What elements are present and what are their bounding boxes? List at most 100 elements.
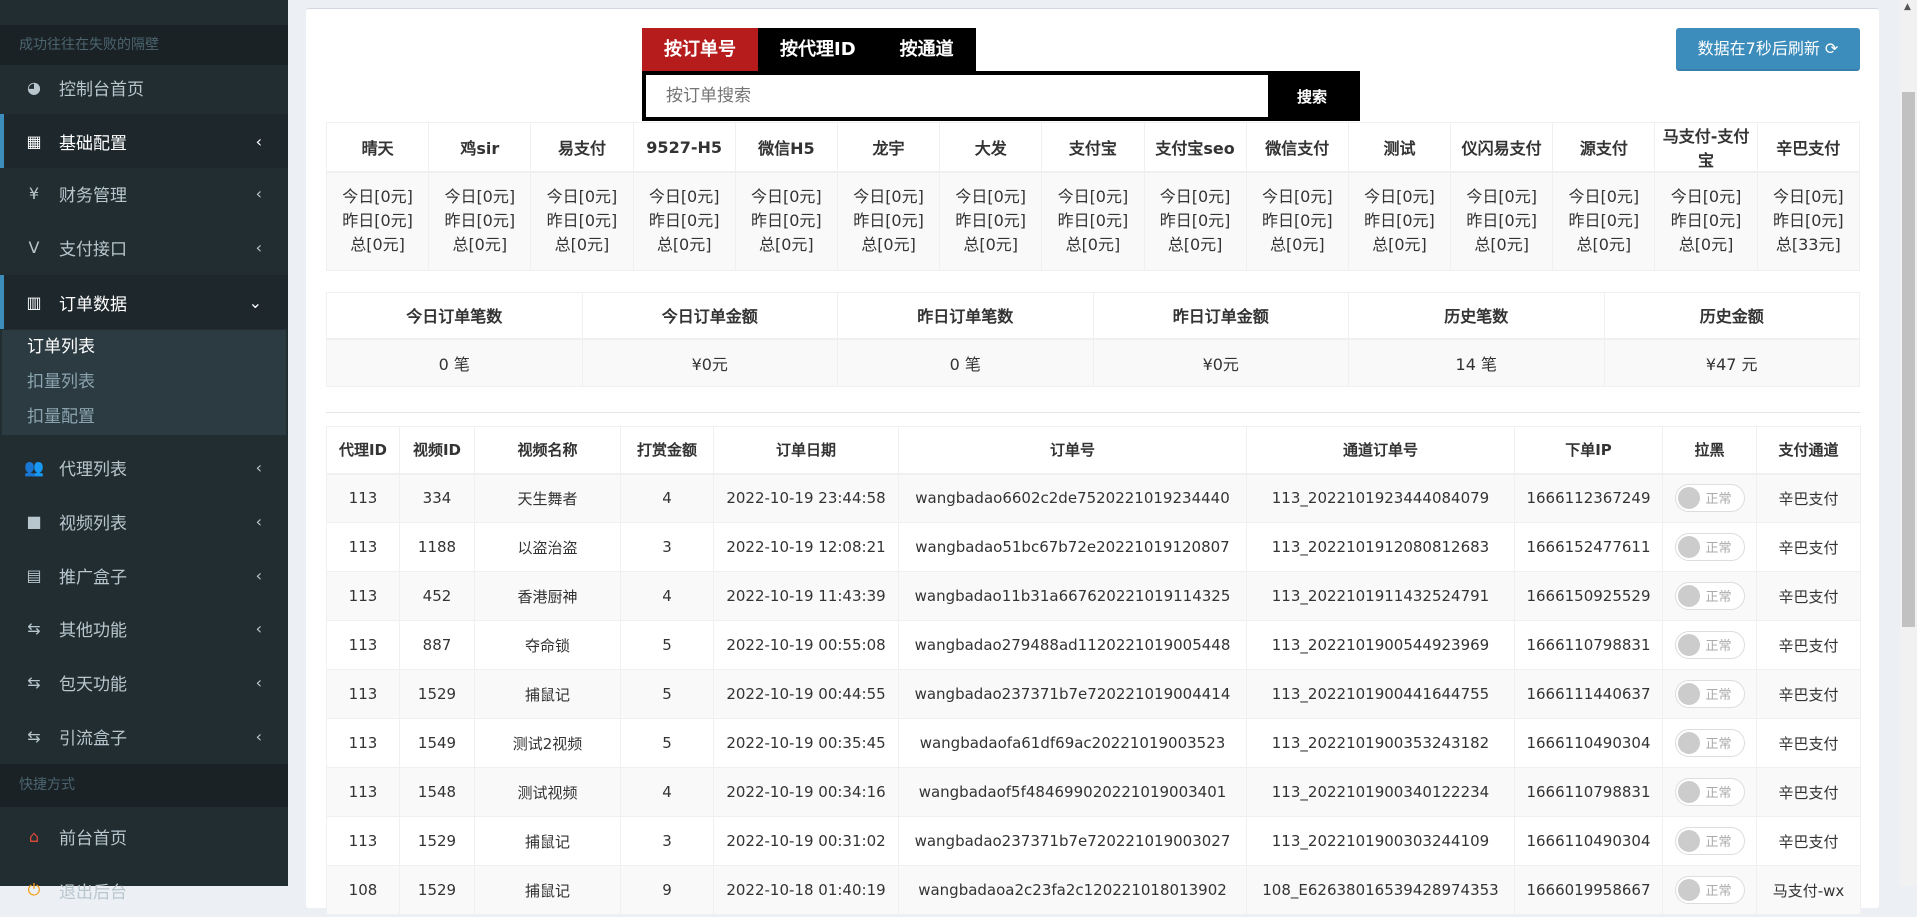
table-cell: 1529 <box>399 816 475 866</box>
column-header: 支付通道 <box>1756 426 1861 475</box>
table-cell: 452 <box>399 571 475 621</box>
submenu-item-0[interactable]: 订单列表 <box>2 330 286 365</box>
page-scrollbar[interactable]: ▲ <box>1900 0 1917 886</box>
table-cell: 113_2022101923444084079 <box>1246 473 1515 523</box>
table-cell: 辛巴支付 <box>1756 767 1861 817</box>
toggle-knob <box>1677 486 1700 509</box>
sidebar-item-5[interactable]: 👥 代理列表 ‹ <box>0 440 288 494</box>
toggle-label: 正常 <box>1705 590 1732 605</box>
blacklist-toggle[interactable]: 正常 <box>1674 875 1745 904</box>
channel-name: 马支付-支付宝 <box>1654 122 1758 173</box>
sidebar-item-label: 控制台首页 <box>59 79 144 100</box>
sidebar-item-0[interactable]: ◕ 控制台首页 <box>0 60 288 114</box>
table-cell: 辛巴支付 <box>1756 669 1861 719</box>
sidebar-item-4[interactable]: ▥ 订单数据 ⌄ <box>0 275 288 329</box>
blacklist-toggle[interactable]: 正常 <box>1674 581 1745 610</box>
table-cell: 113 <box>326 571 400 621</box>
column-header: 代理ID <box>326 426 400 475</box>
toggle-knob <box>1677 878 1700 901</box>
channel-stats: 今日[0元] 昨日[0元] 总[0元] <box>428 171 532 271</box>
channel-today: 今日[0元] <box>1670 187 1742 207</box>
sidebar-item-7[interactable]: ▤ 推广盒子 ‹ <box>0 548 288 602</box>
channel-today: 今日[0元] <box>1466 187 1537 207</box>
grid-icon: ▦ <box>26 131 42 151</box>
scrollbar-thumb[interactable] <box>1902 92 1915 627</box>
orders-table: 代理ID 视频ID 视频名称 打赏金额 订单日期 订单号 通道订单号 下单IP 拉黑 支付通道 1… <box>326 426 1861 915</box>
channel-today: 今日[0元] <box>1772 187 1844 207</box>
sidebar-item-2[interactable]: ¥ 财务管理 ‹ <box>0 166 288 220</box>
table-cell: 测试2视频 <box>474 718 621 768</box>
table-cell: 2022-10-19 23:44:58 <box>713 473 899 523</box>
main-card: 按订单号 按代理ID 按通道 搜索 数据在7秒后刷新 ⟳ 晴天鸡sir易支付95… <box>306 8 1879 915</box>
table-cell: 辛巴支付 <box>1756 473 1861 523</box>
blacklist-toggle[interactable]: 正常 <box>1674 630 1745 659</box>
chevron-left-icon: ‹ <box>255 672 262 692</box>
channel-total: 总[0元] <box>1167 235 1223 255</box>
retweet-icon: ⇆ <box>27 618 41 638</box>
blacklist-toggle[interactable]: 正常 <box>1674 826 1745 855</box>
tab-order-number[interactable]: 按订单号 <box>642 28 758 71</box>
blacklist-toggle[interactable]: 正常 <box>1674 483 1745 512</box>
blacklist-toggle[interactable]: 正常 <box>1674 532 1745 561</box>
table-cell: 1548 <box>399 767 475 817</box>
table-cell: 2022-10-18 01:40:19 <box>713 865 899 915</box>
channel-total: 总[0元] <box>861 235 916 255</box>
table-cell: 113_2022101900340122234 <box>1246 767 1515 817</box>
channel-yesterday: 昨日[0元] <box>546 211 618 231</box>
channel-total: 总[33元] <box>1775 235 1841 255</box>
search-button[interactable]: 搜索 <box>1268 86 1356 107</box>
table-cell: 1666150925529 <box>1514 571 1663 621</box>
table-cell: 辛巴支付 <box>1756 718 1861 768</box>
table-row: 108 1529 捕鼠记 9 2022-10-18 01:40:19 wangbadaoa… <box>326 865 1861 915</box>
search-input[interactable] <box>646 75 1268 117</box>
sidebar-item-6[interactable]: ■ 视频列表 ‹ <box>0 494 288 548</box>
sidebar-item-label: 订单数据 <box>59 294 127 315</box>
channel-total: 总[0元] <box>656 235 712 255</box>
blacklist-toggle[interactable]: 正常 <box>1674 679 1745 708</box>
table-cell: 2022-10-19 00:35:45 <box>713 718 899 768</box>
sidebar-item-3[interactable]: V 支付接口 ‹ <box>0 220 288 274</box>
column-header: 拉黑 <box>1662 426 1757 475</box>
sidebar-item-9[interactable]: ⇆ 包天功能 ‹ <box>0 655 288 709</box>
table-cell: 1529 <box>399 865 475 915</box>
sidebar: 成功往往在失败的隔壁 ◕ 控制台首页 ▦ 基础配置 ‹ ¥ 财务管理 ‹ V 支付接口 ‹ ▥ 订单数据… <box>0 0 288 903</box>
table-cell: 887 <box>399 620 475 670</box>
sidebar-item-8[interactable]: ⇆ 其他功能 ‹ <box>0 601 288 655</box>
channel-today: 今日[0元] <box>648 187 720 207</box>
submenu-item-2[interactable]: 扣量配置 <box>2 400 286 435</box>
scroll-up-icon[interactable]: ▲ <box>1904 2 1911 12</box>
channel-yesterday: 昨日[0元] <box>1670 211 1742 231</box>
table-cell: 正常 <box>1662 473 1757 523</box>
summary-value: 0 笔 <box>837 338 1094 387</box>
table-cell: 1666110798831 <box>1514 767 1663 817</box>
submenu-item-1[interactable]: 扣量列表 <box>2 365 286 400</box>
table-cell: 以盗治盗 <box>474 522 621 572</box>
shortcut-item-1[interactable]: ⏻ 退出后台 <box>0 863 288 917</box>
channel-name: 9527-H5 <box>632 122 736 173</box>
sidebar-item-label: 财务管理 <box>59 185 127 206</box>
yen-icon: ¥ <box>28 183 40 203</box>
blacklist-toggle[interactable]: 正常 <box>1674 728 1745 757</box>
channel-name: 微信支付 <box>1245 122 1349 173</box>
chevron-left-icon: ‹ <box>255 618 262 638</box>
channel-today: 今日[0元] <box>1568 187 1640 207</box>
table-cell: 9 <box>620 865 714 915</box>
blacklist-toggle[interactable]: 正常 <box>1674 777 1745 806</box>
shortcut-item-0[interactable]: ⌂ 前台首页 <box>0 809 288 863</box>
summary-header: 昨日订单金额 <box>1092 292 1349 340</box>
sidebar-item-1[interactable]: ▦ 基础配置 ‹ <box>0 114 288 168</box>
sidebar-item-label: 引流盒子 <box>59 728 127 749</box>
channel-name: 仪闪易支付 <box>1450 122 1554 173</box>
tab-channel[interactable]: 按通道 <box>878 28 976 71</box>
refresh-button[interactable]: 数据在7秒后刷新 ⟳ <box>1676 28 1860 71</box>
sidebar-item-10[interactable]: ⇆ 引流盒子 ‹ <box>0 709 288 763</box>
shortcut-header: 快捷方式 <box>0 764 288 807</box>
table-cell: 夺命锁 <box>474 620 621 670</box>
table-cell: 1666019958667 <box>1514 865 1663 915</box>
toggle-label: 正常 <box>1705 884 1732 899</box>
table-cell: wangbadaofa61df69ac20221019003523 <box>898 718 1247 768</box>
shortcut-label: 前台首页 <box>59 828 127 849</box>
channel-stats-table: 晴天 鸡sir 易支付 9527-H5 微信H5 龙宇 大发 支付宝 支付宝seo 微信支付 测试仪… <box>325 122 1861 271</box>
tab-agent-id[interactable]: 按代理ID <box>758 28 878 71</box>
table-row: 113 1548 测试视频 4 2022-10-19 00:34:16 wangbadao… <box>326 767 1861 817</box>
